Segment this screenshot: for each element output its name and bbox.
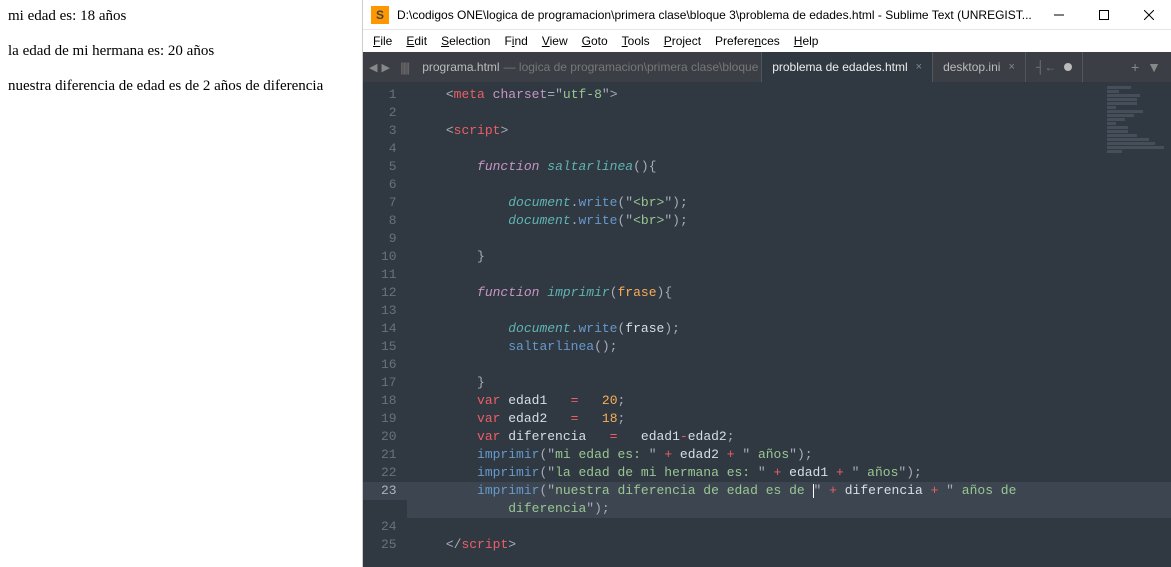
- tab-history-nav: ◀ ▶: [363, 52, 396, 82]
- window-title: D:\codigos ONE\logica de programacion\pr…: [397, 8, 1036, 22]
- menu-help[interactable]: Help: [794, 34, 819, 48]
- tab-problema-edades[interactable]: problema de edades.html ×: [762, 52, 933, 82]
- menu-goto[interactable]: Goto: [582, 34, 608, 48]
- tab-programa[interactable]: programa.html — logica de programacion\p…: [412, 52, 762, 82]
- minimize-button[interactable]: [1036, 0, 1081, 30]
- nav-forward-icon[interactable]: ▶: [381, 61, 389, 74]
- output-line-3: nuestra diferencia de edad es de 2 años …: [8, 78, 354, 95]
- output-line-1: mi edad es: 18 años: [8, 8, 354, 25]
- titlebar[interactable]: S D:\codigos ONE\logica de programacion\…: [363, 0, 1171, 30]
- tabbar: ◀ ▶ |||||| programa.html — logica de pro…: [363, 52, 1171, 82]
- close-button[interactable]: [1126, 0, 1171, 30]
- tab-overflow[interactable]: ┤←: [1026, 52, 1084, 82]
- menu-edit[interactable]: Edit: [406, 34, 427, 48]
- tab-dropdown-icon[interactable]: ▼: [1147, 59, 1161, 75]
- menu-find[interactable]: Find: [504, 34, 527, 48]
- tab-divider-icon: ||||||: [396, 52, 412, 82]
- minimap[interactable]: [1107, 86, 1167, 176]
- browser-output-panel: mi edad es: 18 años la edad de mi herman…: [0, 0, 362, 567]
- menu-preferences[interactable]: Preferences: [715, 34, 780, 48]
- close-icon[interactable]: ×: [1008, 61, 1014, 73]
- line-gutter: 1234567891011121314151617181920212223 24…: [363, 82, 407, 567]
- menu-project[interactable]: Project: [664, 34, 701, 48]
- tab-desktop-ini[interactable]: desktop.ini ×: [933, 52, 1026, 82]
- editor-area[interactable]: 1234567891011121314151617181920212223 24…: [363, 82, 1171, 567]
- menu-view[interactable]: View: [542, 34, 568, 48]
- modified-dot-icon: [1064, 63, 1072, 71]
- app-icon: S: [371, 6, 389, 24]
- new-tab-icon[interactable]: +: [1131, 59, 1139, 75]
- menu-file[interactable]: File: [373, 34, 392, 48]
- maximize-button[interactable]: [1081, 0, 1126, 30]
- menu-selection[interactable]: Selection: [441, 34, 490, 48]
- code-content[interactable]: <meta charset="utf-8"> <script> function…: [407, 82, 1171, 567]
- nav-back-icon[interactable]: ◀: [369, 61, 377, 74]
- output-line-2: la edad de mi hermana es: 20 años: [8, 43, 354, 60]
- close-icon[interactable]: ×: [916, 61, 922, 73]
- sublime-window: S D:\codigos ONE\logica de programacion\…: [362, 0, 1171, 567]
- menu-tools[interactable]: Tools: [622, 34, 650, 48]
- menubar: File Edit Selection Find View Goto Tools…: [363, 30, 1171, 52]
